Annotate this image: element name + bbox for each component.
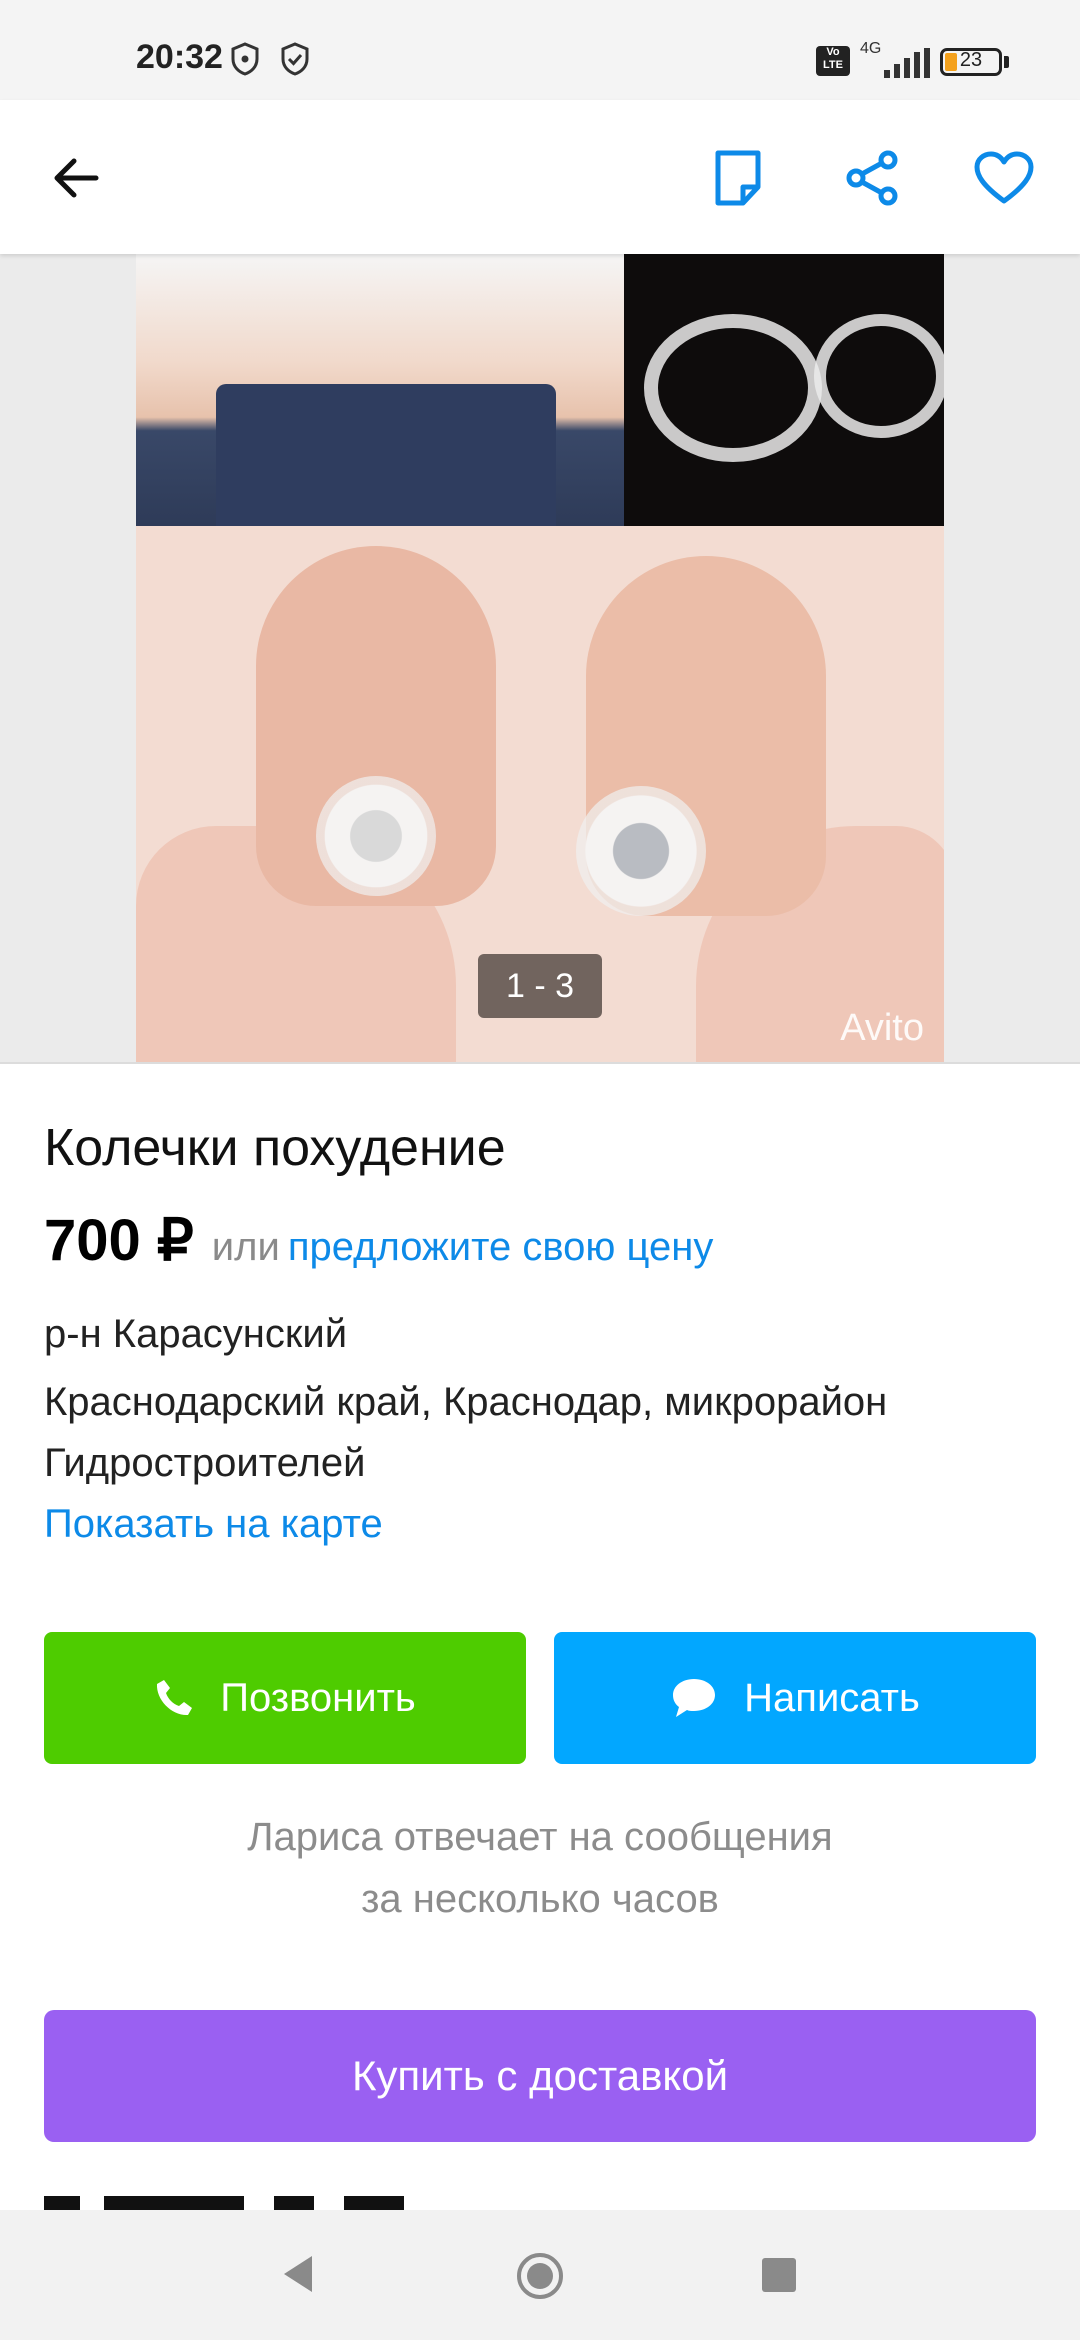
- call-button[interactable]: Позвонить: [44, 1632, 526, 1764]
- note-button[interactable]: [700, 140, 776, 216]
- heart-icon: [974, 151, 1034, 204]
- chat-bubble-icon: [673, 1679, 716, 1717]
- battery-tip: [1004, 56, 1009, 68]
- district: р-н Карасунский: [44, 1312, 348, 1356]
- listing-title: Колечки похудение: [44, 1119, 506, 1177]
- peek-text: [344, 2196, 404, 2210]
- phone-icon: [157, 1680, 193, 1716]
- volte-icon: Vo LTE: [816, 46, 850, 76]
- next-section-peek: [44, 2190, 1036, 2210]
- photo-jeans: [216, 384, 556, 526]
- offer-price-link[interactable]: предложите свою цену: [288, 1225, 714, 1269]
- call-button-label: Позвонить: [220, 1675, 416, 1720]
- photo-counter: 1 - 3: [478, 954, 602, 1018]
- photo-toe-ring: [316, 776, 436, 896]
- message-button-label: Написать: [744, 1675, 920, 1720]
- buy-with-delivery-button[interactable]: Купить с доставкой: [44, 2010, 1036, 2142]
- favorite-button[interactable]: [966, 140, 1042, 216]
- reply-note-line2: за несколько часов: [361, 1877, 719, 1921]
- or-text: или: [211, 1225, 280, 1269]
- peek-icon: [44, 2196, 80, 2210]
- show-on-map-link[interactable]: Показать на карте: [44, 1502, 383, 1547]
- reply-time-note: Лариса отвечает на сообщения за нескольк…: [0, 1806, 1080, 1930]
- status-bar: 20:32 Vo LTE 4G 23: [0, 0, 1080, 100]
- system-nav-bar: [0, 2210, 1080, 2340]
- photo-waist-panel: [136, 254, 624, 526]
- photo-ring: [644, 314, 822, 462]
- share-button[interactable]: [834, 140, 910, 216]
- battery-icon: 23: [940, 48, 1002, 76]
- status-time: 20:32: [136, 38, 223, 76]
- photo-toe-ring: [576, 786, 706, 916]
- share-icon: [846, 150, 898, 206]
- avito-watermark: Avito: [840, 1007, 924, 1049]
- network-type: 4G: [860, 40, 882, 57]
- back-arrow-icon: [54, 158, 99, 198]
- shield-check-icon: [281, 42, 309, 76]
- nav-recent-icon[interactable]: [762, 2258, 796, 2292]
- nav-back-icon[interactable]: [278, 2252, 318, 2296]
- product-photo[interactable]: Avito: [136, 254, 944, 1062]
- note-icon: [715, 150, 761, 206]
- reply-note-line1: Лариса отвечает на сообщения: [247, 1815, 833, 1859]
- message-button[interactable]: Написать: [554, 1632, 1036, 1764]
- shield-icon: [231, 42, 259, 76]
- peek-text: [274, 2196, 314, 2210]
- price-row: 700 ₽ или предложите свою цену: [44, 1206, 713, 1274]
- app-bar: [0, 100, 1080, 254]
- address: Краснодарский край, Краснодар, микрорайо…: [44, 1380, 888, 1485]
- signal-icon: [884, 48, 930, 78]
- peek-text: [104, 2196, 244, 2210]
- photo-ring: [814, 314, 944, 438]
- back-button[interactable]: [38, 140, 114, 216]
- nav-home-icon[interactable]: [516, 2252, 564, 2300]
- battery-level: 23: [959, 49, 983, 71]
- photo-rings-panel: [624, 254, 944, 526]
- price: 700 ₽: [44, 1208, 194, 1273]
- photo-gallery[interactable]: Avito 1 - 3: [0, 254, 1080, 1064]
